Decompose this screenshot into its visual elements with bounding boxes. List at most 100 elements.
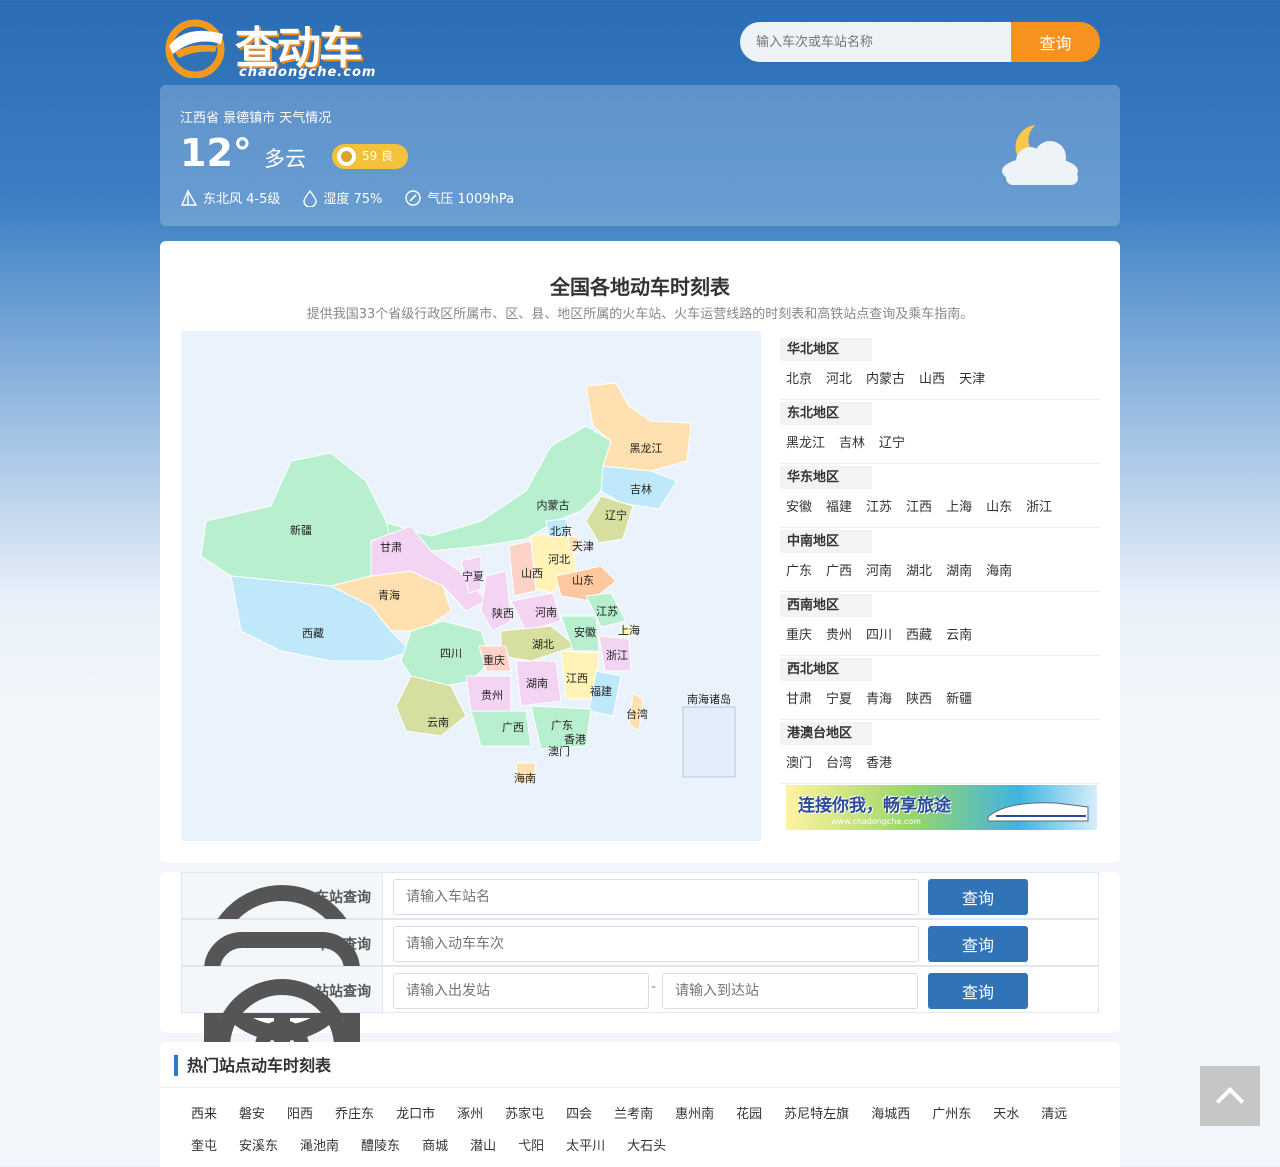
train-number-input[interactable] [393,926,919,962]
province-link[interactable]: 香港 [866,752,892,771]
province-label[interactable]: 山西 [521,567,543,580]
province-label[interactable]: 福建 [590,684,612,698]
province-label[interactable]: 山东 [572,574,594,587]
province-label[interactable]: 青海 [378,588,400,602]
province-link[interactable]: 甘肃 [786,688,812,707]
site-logo[interactable]: 查动车 chadongche.com [165,14,385,84]
province-label[interactable]: 广西 [502,721,524,734]
hot-station-link[interactable]: 磐安 [239,1099,265,1131]
province-link[interactable]: 云南 [946,624,972,643]
province-label[interactable]: 四川 [440,647,462,660]
province-link[interactable]: 浙江 [1026,496,1052,515]
hot-station-link[interactable]: 清远 [1041,1099,1067,1131]
province-label[interactable]: 吉林 [630,482,652,496]
province-label[interactable]: 重庆 [483,653,505,667]
train-query-button[interactable]: 查询 [928,926,1028,962]
province-label[interactable]: 江西 [566,672,588,685]
province-link[interactable]: 陕西 [906,688,932,707]
province-link[interactable]: 山西 [919,368,945,387]
province-xinjiang[interactable] [200,452,392,587]
station-query-button[interactable]: 查询 [928,879,1028,915]
province-label[interactable]: 河北 [548,553,570,566]
province-link[interactable]: 辽宁 [879,432,905,451]
hot-station-link[interactable]: 花园 [736,1099,762,1131]
province-link[interactable]: 内蒙古 [866,368,905,387]
province-label[interactable]: 安徽 [574,625,596,639]
province-label[interactable]: 澳门 [548,744,570,758]
province-label[interactable]: 新疆 [290,523,312,537]
hot-station-link[interactable]: 阳西 [287,1099,313,1131]
province-link[interactable]: 湖北 [906,560,932,579]
province-label[interactable]: 浙江 [606,649,628,662]
province-link[interactable]: 天津 [959,368,985,387]
hot-station-link[interactable]: 醴陵东 [361,1131,400,1163]
province-link[interactable]: 江西 [906,496,932,515]
province-label[interactable]: 宁夏 [462,569,484,583]
province-link[interactable]: 新疆 [946,688,972,707]
province-label[interactable]: 台湾 [626,707,648,721]
province-link[interactable]: 北京 [786,368,812,387]
hot-station-link[interactable]: 安溪东 [239,1131,278,1163]
hot-station-link[interactable]: 苏家屯 [505,1099,544,1131]
province-link[interactable]: 广东 [786,560,812,579]
province-label[interactable]: 湖南 [526,677,548,690]
hot-station-link[interactable]: 弋阳 [518,1131,544,1163]
hot-station-link[interactable]: 乔庄东 [335,1099,374,1131]
hot-station-link[interactable]: 西来 [191,1099,217,1131]
hot-station-link[interactable]: 渑池南 [300,1131,339,1163]
south-china-sea-inset[interactable] [682,706,736,778]
hot-station-link[interactable]: 海城西 [871,1099,910,1131]
province-label[interactable]: 海南 [514,771,536,785]
province-link[interactable]: 广西 [826,560,852,579]
province-link[interactable]: 青海 [866,688,892,707]
province-link[interactable]: 福建 [826,496,852,515]
hot-station-link[interactable]: 苏尼特左旗 [784,1099,849,1131]
hot-station-link[interactable]: 龙口市 [396,1099,435,1131]
province-label[interactable]: 江苏 [596,605,618,618]
hot-station-link[interactable]: 大石头 [627,1131,666,1163]
province-link[interactable]: 上海 [946,496,972,515]
province-label[interactable]: 西藏 [302,627,324,640]
province-label[interactable]: 北京 [550,524,572,538]
hot-station-link[interactable]: 天水 [993,1099,1019,1131]
arrival-input[interactable] [662,973,918,1009]
search-button[interactable]: 查询 [1011,22,1100,62]
back-to-top-button[interactable] [1200,1066,1260,1126]
province-link[interactable]: 江苏 [866,496,892,515]
province-label[interactable]: 贵州 [481,689,503,702]
hot-station-link[interactable]: 兰考南 [614,1099,653,1131]
hot-station-link[interactable]: 潜山 [470,1131,496,1163]
hot-station-link[interactable]: 四会 [566,1099,592,1131]
hot-station-link[interactable]: 惠州南 [675,1099,714,1131]
province-label[interactable]: 云南 [427,716,449,729]
province-link[interactable]: 安徽 [786,496,812,515]
province-label[interactable]: 内蒙古 [537,498,570,512]
province-label[interactable]: 辽宁 [605,508,627,522]
province-label[interactable]: 河南 [535,606,557,619]
province-link[interactable]: 湖南 [946,560,972,579]
province-label[interactable]: 湖北 [532,638,554,651]
province-label[interactable]: 广东 [551,719,573,732]
search-input[interactable] [740,22,1020,62]
province-label[interactable]: 陕西 [492,606,514,620]
province-link[interactable]: 台湾 [826,752,852,771]
station-input[interactable] [393,879,919,915]
departure-input[interactable] [393,973,649,1009]
province-link[interactable]: 贵州 [826,624,852,643]
province-link[interactable]: 澳门 [786,752,812,771]
province-link[interactable]: 四川 [866,624,892,643]
hot-station-link[interactable]: 商城 [422,1131,448,1163]
province-label[interactable]: 黑龙江 [630,442,663,455]
hot-station-link[interactable]: 涿州 [457,1099,483,1131]
province-link[interactable]: 海南 [986,560,1012,579]
province-label[interactable]: 上海 [618,623,640,637]
province-label[interactable]: 南海诸岛 [687,692,731,706]
province-link[interactable]: 河北 [826,368,852,387]
province-link[interactable]: 河南 [866,560,892,579]
province-link[interactable]: 宁夏 [826,688,852,707]
province-link[interactable]: 重庆 [786,624,812,643]
province-link[interactable]: 黑龙江 [786,432,825,451]
province-shaanxi[interactable] [480,570,512,632]
hot-station-link[interactable]: 太平川 [566,1131,605,1163]
province-link[interactable]: 吉林 [839,432,865,451]
